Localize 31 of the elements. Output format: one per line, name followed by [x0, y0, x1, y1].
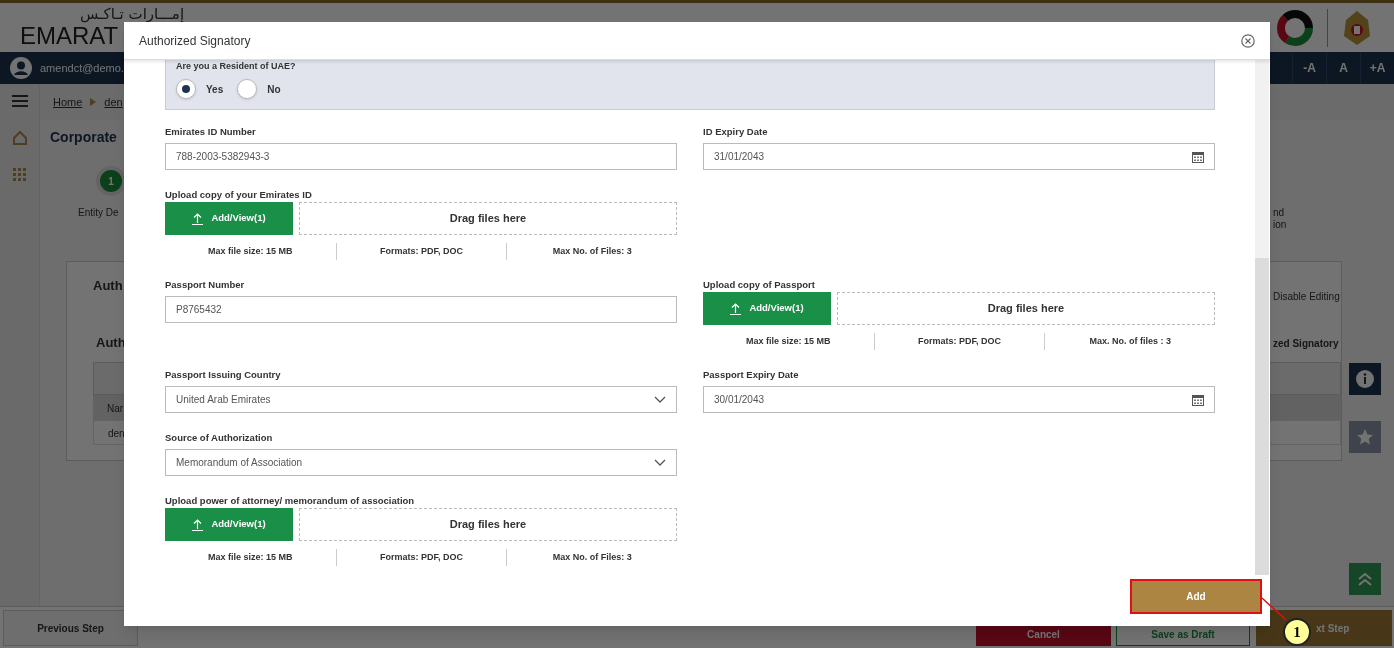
field-label: Passport Issuing Country	[165, 369, 282, 381]
logo-text: EMARAT	[20, 21, 119, 50]
field-label: ID Expiry Date	[703, 126, 769, 138]
section-title: Auth	[93, 277, 123, 295]
step-label: ion	[1273, 218, 1287, 232]
field-label: Passport Number	[165, 279, 246, 291]
upload-limit-text: Formats: PDF, DOC	[380, 550, 463, 564]
disable-editing-label: Disable Editing	[1273, 290, 1340, 304]
upload-limit-text: Formats: PDF, DOC	[918, 334, 1001, 348]
field-label: Are you a Resident of UAE?	[176, 60, 297, 72]
upload-limit-text: Max file size: 15 MB	[746, 334, 831, 348]
step-label: Entity De	[78, 206, 119, 220]
field-label: Upload copy of your Emirates ID	[165, 189, 313, 201]
upload-limit-text: Formats: PDF, DOC	[380, 244, 463, 258]
upload-limit-text: Max file size: 15 MB	[208, 244, 293, 258]
upload-limit-text: Max file size: 15 MB	[208, 550, 293, 564]
page-title: Corporate	[50, 128, 117, 147]
subsection-title: zed Signatory	[1273, 337, 1339, 351]
field-label: Upload copy of Passport	[703, 279, 816, 291]
step-number: 1	[100, 170, 122, 192]
field-label: Passport Expiry Date	[703, 369, 800, 381]
step-label: nd	[1273, 206, 1285, 220]
field-label: Upload power of attorney/ memorandum of association	[165, 495, 416, 507]
user-email: amendct@demo.	[40, 60, 124, 76]
field-label: Emirates ID Number	[165, 126, 257, 138]
upload-limit-text: Max No. of Files: 3	[552, 244, 632, 258]
arabic-logo-text: إمـــارات تـاكـس	[80, 5, 185, 22]
upload-limit-text: Max. No. of files : 3	[1089, 334, 1171, 348]
field-label: Source of Authorization	[165, 432, 274, 444]
modal-title: Authorized Signatory	[139, 32, 251, 50]
upload-limit-text: Max No. of Files: 3	[552, 550, 632, 564]
